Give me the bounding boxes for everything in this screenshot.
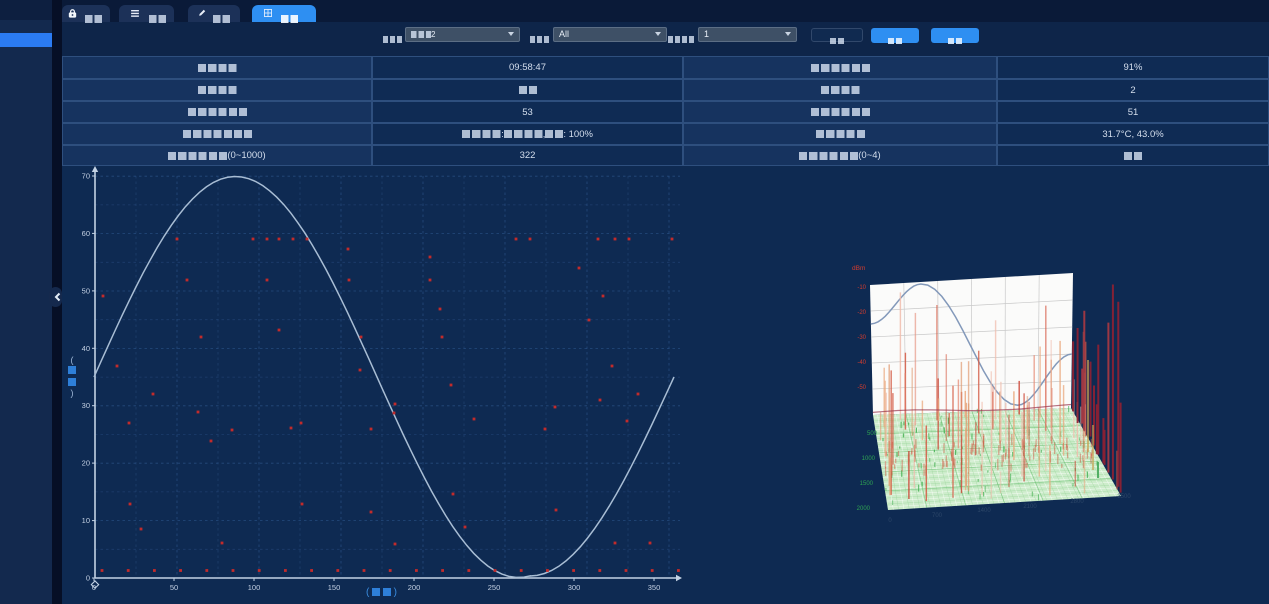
- svg-text:250: 250: [488, 583, 501, 592]
- svg-text:150: 150: [328, 583, 341, 592]
- svg-text:300: 300: [568, 583, 581, 592]
- svg-text:50: 50: [170, 583, 178, 592]
- svg-text:-20: -20: [857, 310, 866, 316]
- svg-text:-40: -40: [857, 360, 866, 366]
- svg-text:-30: -30: [857, 335, 866, 341]
- svg-text:60: 60: [82, 229, 90, 238]
- svg-text:-10: -10: [857, 285, 866, 291]
- svg-text:50: 50: [82, 286, 90, 295]
- svg-text:0: 0: [888, 518, 892, 524]
- svg-text:2800: 2800: [1070, 499, 1084, 505]
- svg-text:200: 200: [408, 583, 421, 592]
- svg-text:2000: 2000: [857, 506, 871, 512]
- svg-text:500: 500: [867, 431, 878, 437]
- svg-text:30: 30: [82, 401, 90, 410]
- svg-text:20: 20: [82, 459, 90, 468]
- svg-text:3500: 3500: [1117, 494, 1131, 500]
- svg-text:70: 70: [82, 172, 90, 181]
- svg-text:700: 700: [932, 513, 943, 519]
- svg-text:100: 100: [248, 583, 261, 592]
- svg-text:10: 10: [82, 516, 90, 525]
- svg-text:350: 350: [648, 583, 661, 592]
- svg-text:1000: 1000: [862, 456, 876, 462]
- svg-text:1500: 1500: [860, 481, 874, 487]
- svg-text:-50: -50: [857, 385, 866, 391]
- svg-text:dBm: dBm: [852, 265, 865, 272]
- svg-text:2100: 2100: [1023, 504, 1037, 510]
- svg-text:0: 0: [86, 574, 90, 583]
- svg-text:40: 40: [82, 344, 90, 353]
- svg-text:1400: 1400: [977, 508, 991, 514]
